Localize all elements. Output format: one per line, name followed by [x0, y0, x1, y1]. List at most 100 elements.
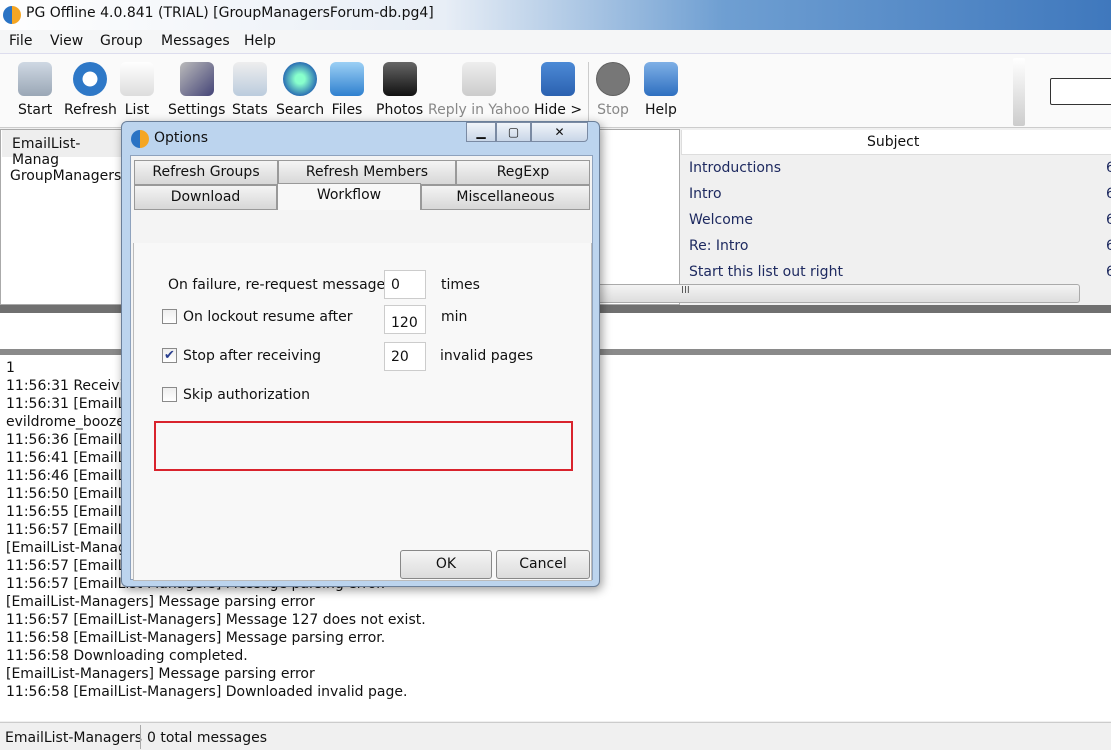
message-row-cell[interactable]: 6 [1106, 212, 1111, 228]
toolbar-photos-button[interactable]: Photos [376, 58, 423, 118]
menu-help[interactable]: Help [244, 33, 276, 49]
app-logo-icon [3, 6, 21, 24]
rerequest-unit: times [441, 277, 480, 293]
message-row-cell[interactable]: 6 [1106, 238, 1111, 254]
list-icon [120, 62, 154, 96]
log-line: [EmailList-Managers] Message parsing err… [6, 594, 315, 610]
toolbar-start-button[interactable]: Start [18, 58, 52, 118]
message-row-cell[interactable]: 6 [1106, 186, 1111, 202]
toolbar-label: Reply in Yahoo [428, 102, 530, 118]
stop-after-input[interactable]: 20 [384, 342, 426, 371]
app-logo-icon [131, 130, 149, 148]
tab-miscellaneous[interactable]: Miscellaneous [421, 185, 590, 210]
toolbar-grip[interactable] [1013, 58, 1025, 126]
groups-header[interactable]: EmailList-Manag [2, 130, 132, 168]
toolbar-stop-button[interactable]: Stop [596, 58, 630, 118]
log-line: 11:56:58 Downloading completed. [6, 648, 248, 664]
toolbar-settings-button[interactable]: Settings [168, 58, 225, 118]
menu-view[interactable]: View [50, 33, 83, 49]
stop-after-label: Stop after receiving [183, 348, 322, 364]
menu-group[interactable]: Group [100, 33, 143, 49]
toolbar-label: Start [18, 102, 53, 118]
toolbar-help-button[interactable]: Help [644, 58, 678, 118]
toolbar-list-button[interactable]: List [120, 58, 154, 118]
lockout-input[interactable]: 120 [384, 305, 426, 334]
message-row-cell[interactable]: 6 [1106, 264, 1111, 280]
window-title: PG Offline 4.0.841 (TRIAL) [GroupManager… [26, 5, 434, 21]
status-count: 0 total messages [147, 730, 268, 746]
skip-auth-label: Skip authorization [183, 387, 310, 403]
lockout-unit: min [441, 309, 468, 325]
lockout-checkbox[interactable] [162, 309, 177, 324]
message-row-subject[interactable]: Intro [689, 186, 722, 202]
log-line: [EmailList-Managers] Message parsing err… [6, 666, 315, 682]
subject-header-label: Subject [867, 134, 920, 150]
toolbar-hide-button[interactable]: Hide > [534, 58, 582, 118]
toolbar-search-button[interactable]: Search [276, 58, 324, 118]
toolbar-label: Stats [232, 102, 268, 118]
stop-after-checkbox[interactable]: ✔ [162, 348, 177, 363]
highlight-box [154, 421, 573, 471]
message-row-subject[interactable]: Re: Intro [689, 238, 748, 254]
message-row-subject[interactable]: Welcome [689, 212, 753, 228]
cancel-button[interactable]: Cancel [496, 550, 590, 579]
tab-refresh-members[interactable]: Refresh Members [278, 160, 456, 185]
skip-auth-checkbox[interactable] [162, 387, 177, 402]
rerequest-label: On failure, re-request message [168, 277, 386, 293]
settings-icon [179, 62, 214, 96]
log-line: 11:56:58 [EmailList-Managers] Downloaded… [6, 684, 408, 700]
stats-icon [232, 62, 267, 96]
dialog-title: Options [154, 130, 209, 146]
stop-icon [596, 62, 630, 96]
log-line: 11:56:58 [EmailList-Managers] Message pa… [6, 630, 386, 646]
toolbar-label: Refresh [64, 102, 117, 118]
toolbar-separator [588, 62, 589, 122]
toolbar-stats-button[interactable]: Stats [232, 58, 268, 118]
stop-after-unit: invalid pages [440, 348, 534, 364]
options-dialog: Options ▁ ▢ ✕ Refresh Groups Refresh Mem… [121, 121, 600, 587]
status-bar: EmailList-Managers 0 total messages [0, 722, 1111, 750]
tab-workflow[interactable]: Workflow [277, 183, 421, 210]
toolbar-label: Search [276, 102, 325, 118]
close-button[interactable]: ✕ [531, 122, 588, 142]
tab-download[interactable]: Download [134, 185, 277, 210]
arrow-down-icon [541, 62, 576, 96]
workflow-panel: On failure, re-request message 0 times O… [133, 243, 592, 581]
tab-regexp[interactable]: RegExp [456, 160, 590, 185]
dialog-body: Refresh Groups Refresh Members RegExp Do… [130, 155, 593, 581]
message-row-subject[interactable]: Introductions [689, 160, 781, 176]
ok-button[interactable]: OK [400, 550, 492, 579]
toolbar-refresh-button[interactable]: Refresh [64, 58, 117, 118]
toolbar-label: Files [331, 102, 363, 118]
group-item[interactable]: GroupManagersF [10, 168, 129, 184]
toolbar: Start Refresh List Settings Stats Search Files… [0, 54, 1111, 128]
message-row-subject[interactable]: Start this list out right [689, 264, 843, 280]
refresh-icon [73, 62, 108, 96]
help-icon [644, 62, 678, 96]
minimize-button[interactable]: ▁ [466, 122, 496, 142]
toolbar-label: Stop [597, 102, 629, 118]
start-icon [18, 62, 53, 96]
menu-bar: File View Group Messages Help [0, 30, 1111, 54]
toolbar-label: Settings [168, 102, 226, 118]
tab-refresh-groups[interactable]: Refresh Groups [134, 160, 278, 185]
reply-icon [461, 62, 496, 96]
menu-file[interactable]: File [9, 33, 32, 49]
toolbar-label: Hide > [534, 102, 583, 118]
toolbar-label: List [124, 102, 150, 118]
rerequest-input[interactable]: 0 [384, 270, 426, 299]
subject-column-header[interactable]: Subject [681, 130, 1111, 155]
scroll-grip: III [681, 285, 690, 296]
message-row-cell[interactable]: 6 [1106, 160, 1111, 176]
search-input[interactable] [1050, 78, 1111, 105]
menu-messages[interactable]: Messages [161, 33, 230, 49]
toolbar-reply-in-yahoo-button[interactable]: Reply in Yahoo [428, 58, 530, 118]
toolbar-label: Help [645, 102, 677, 118]
toolbar-files-button[interactable]: Files [330, 58, 364, 118]
maximize-button[interactable]: ▢ [496, 122, 531, 142]
log-line: 11:56:57 [EmailList-Managers] Message 12… [6, 612, 426, 628]
search-icon [283, 62, 318, 96]
horizontal-scrollbar[interactable]: III [590, 284, 1080, 303]
toolbar-label: Photos [376, 102, 424, 118]
camera-icon [382, 62, 417, 96]
